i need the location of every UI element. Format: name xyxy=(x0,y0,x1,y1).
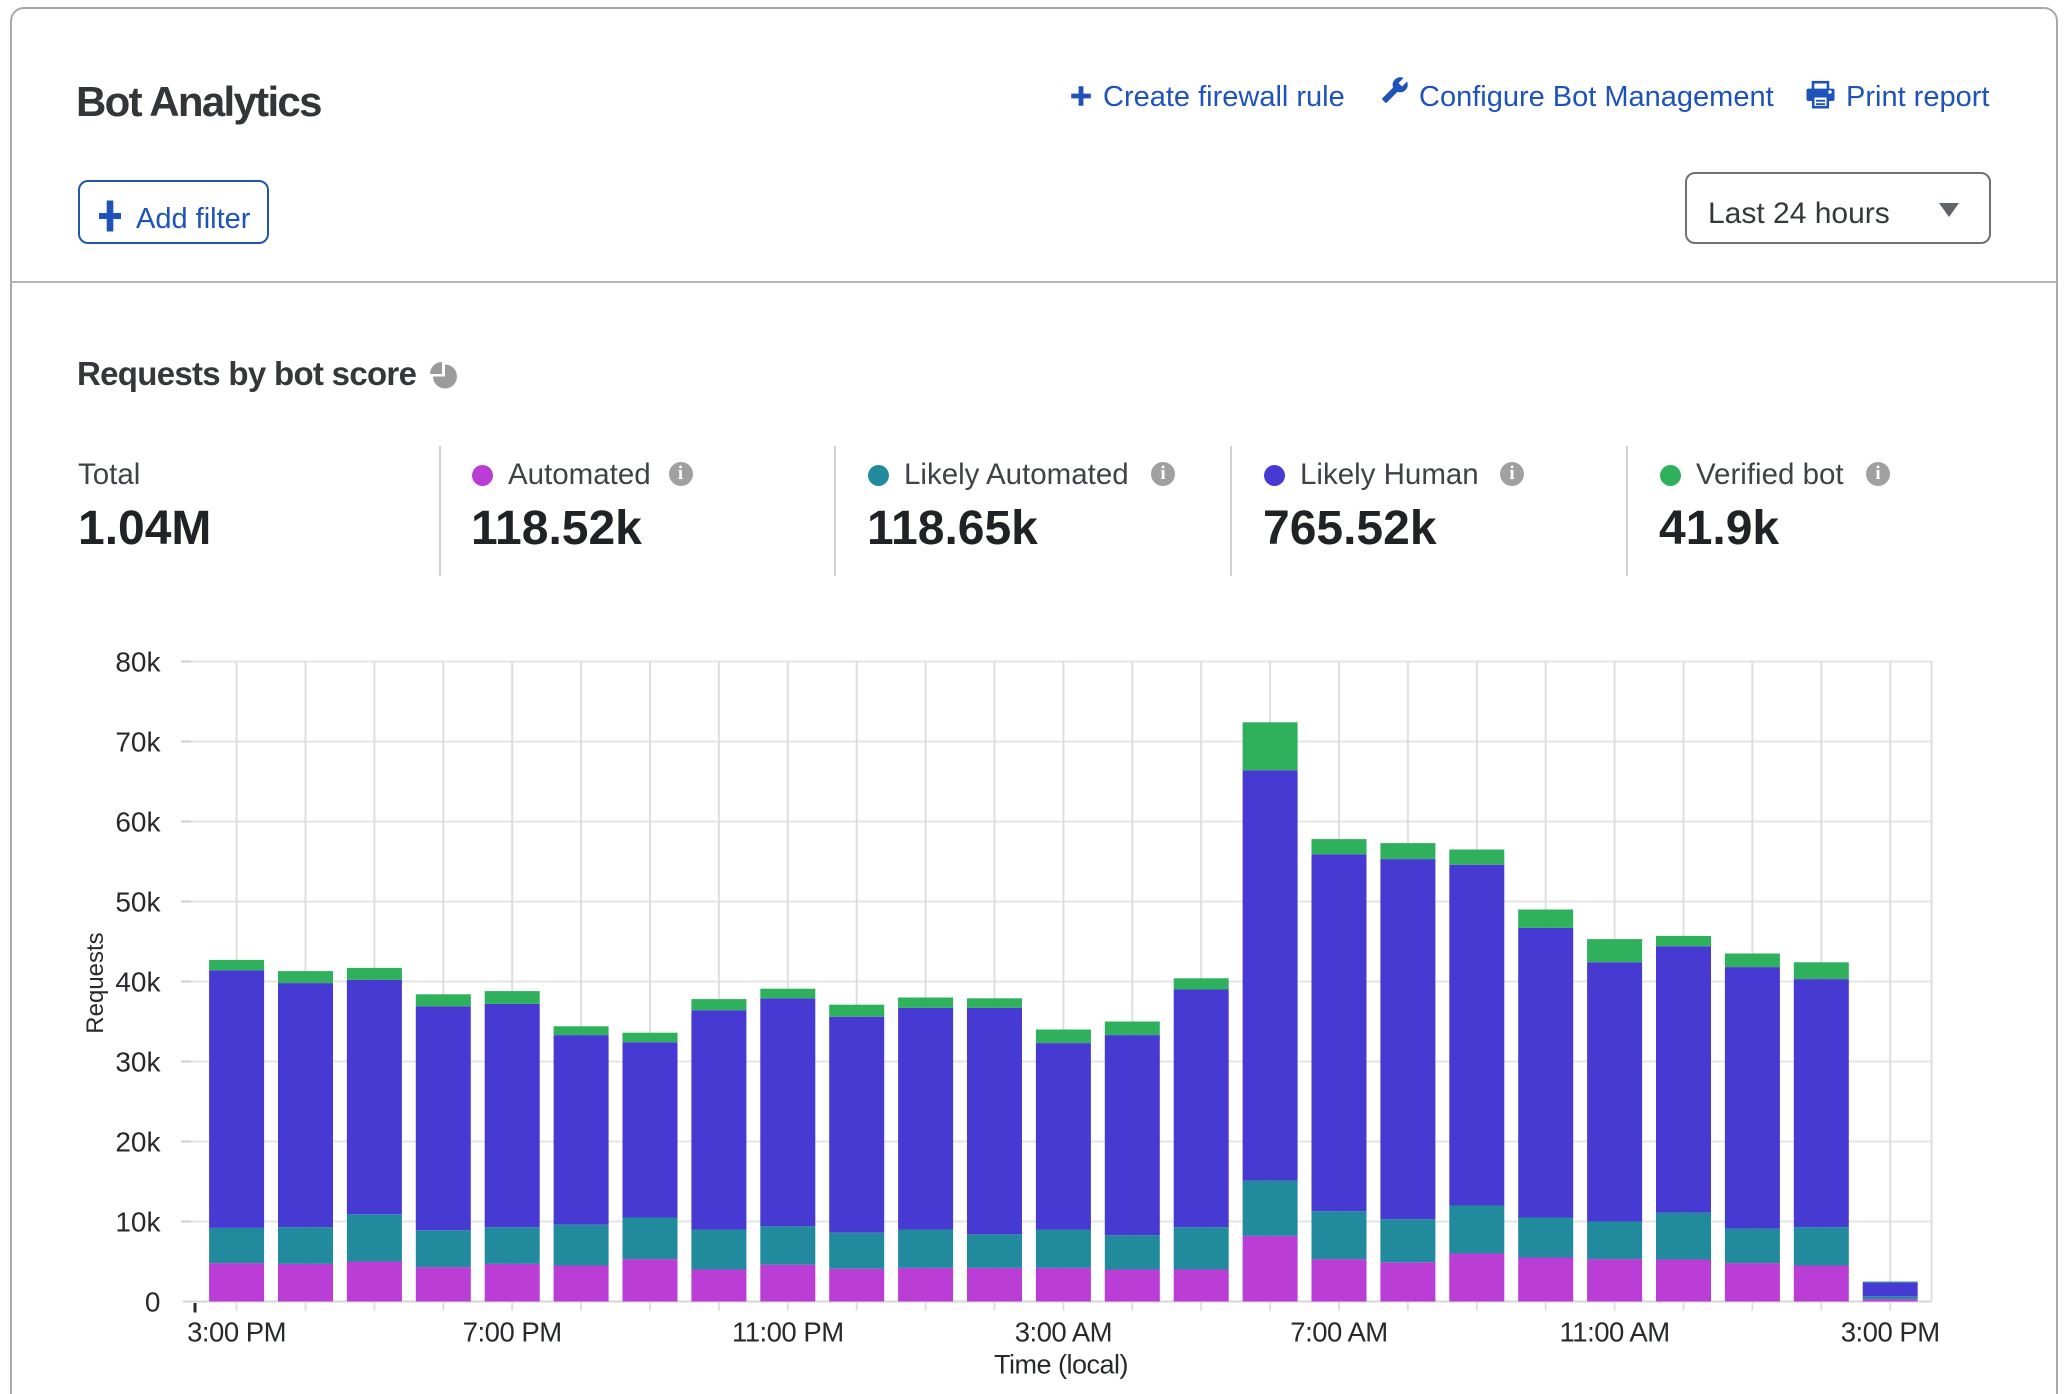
svg-text:7:00 PM: 7:00 PM xyxy=(463,1317,562,1348)
svg-text:0: 0 xyxy=(145,1287,161,1318)
svg-text:20k: 20k xyxy=(115,1127,161,1158)
svg-text:40k: 40k xyxy=(115,967,161,998)
svg-text:3:00 PM: 3:00 PM xyxy=(1841,1317,1940,1348)
svg-text:11:00 AM: 11:00 AM xyxy=(1560,1317,1670,1348)
svg-text:11:00 PM: 11:00 PM xyxy=(732,1317,844,1348)
svg-text:70k: 70k xyxy=(115,727,161,758)
svg-text:3:00 PM: 3:00 PM xyxy=(187,1317,286,1348)
svg-text:Requests: Requests xyxy=(82,932,109,1033)
svg-text:60k: 60k xyxy=(115,807,161,838)
svg-text:80k: 80k xyxy=(115,647,161,678)
svg-text:10k: 10k xyxy=(115,1207,161,1238)
svg-text:7:00 AM: 7:00 AM xyxy=(1290,1317,1387,1348)
svg-text:30k: 30k xyxy=(115,1047,161,1078)
svg-text:50k: 50k xyxy=(115,887,161,918)
svg-text:Time (local): Time (local) xyxy=(994,1350,1128,1380)
svg-text:3:00 AM: 3:00 AM xyxy=(1015,1317,1112,1348)
